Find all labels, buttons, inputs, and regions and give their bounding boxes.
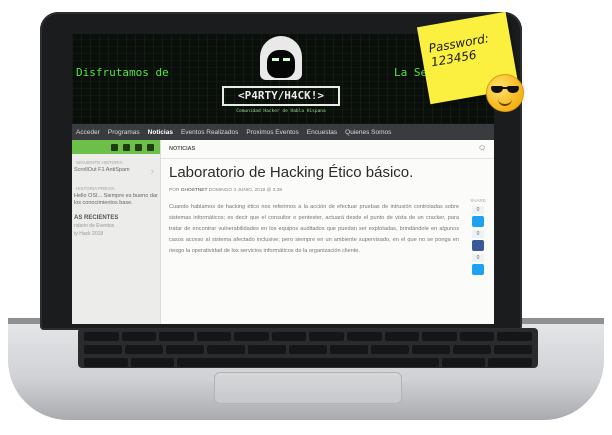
nav-item-noticias[interactable]: Noticias (144, 129, 177, 136)
share-panel: SHARE 0 0 0 (467, 198, 489, 275)
twitter-icon[interactable] (123, 143, 130, 151)
prev-story-label: HISTORIA PREVIA (76, 186, 115, 191)
banner-left-text: Disfrutamos de (76, 66, 169, 79)
trackpad (214, 372, 402, 404)
article-body: Cuando hablamos de hacking ético nos ref… (169, 204, 459, 254)
twitter-share-icon[interactable] (472, 264, 484, 275)
nav-item-quienes-somos[interactable]: Quienes Somos (341, 129, 395, 136)
recent-heading: AS RECIENTES (74, 215, 119, 221)
nav-item-eventos-realizados[interactable]: Eventos Realizados (177, 129, 242, 136)
next-story-label: SIGUIENTE HISTORIA (76, 160, 123, 165)
prev-story-link[interactable]: Hello OSI... Siempre es bueno dar los co… (74, 193, 160, 207)
article: NOTICIAS 🗨 Laboratorio de Hacking Ético … (161, 140, 494, 324)
keyboard (78, 328, 538, 368)
author-link[interactable]: GHOSTNET (181, 188, 208, 193)
article-date: DOMINGO 3 JUNIO, 2018 @ 3:38 (208, 188, 283, 193)
nav-item-proximos-eventos[interactable]: Proximos Eventos (242, 129, 302, 136)
recent-item[interactable]: ty Hack 2018 (74, 231, 160, 237)
share-count: 0 (472, 254, 484, 262)
sidebar: SIGUIENTE HISTORIA ScrollOut F1 AntiSpam… (72, 140, 161, 324)
sunglasses-emoji-icon (486, 74, 524, 112)
share-count: 0 (472, 206, 484, 214)
comments-icon[interactable]: 🗨 (478, 145, 486, 152)
nav-item-acceder[interactable]: Acceder (72, 129, 104, 136)
facebook-icon[interactable] (147, 143, 154, 151)
article-meta: POR GHOSTNET DOMINGO 3 JUNIO, 2018 @ 3:3… (169, 188, 283, 193)
main-nav: Acceder Programas Noticias Eventos Reali… (72, 124, 494, 140)
next-story-link[interactable]: ScrollOut F1 AntiSpam (74, 167, 160, 174)
facebook-share-icon[interactable] (472, 240, 484, 251)
nav-item-encuestas[interactable]: Encuestas (303, 129, 341, 136)
brand-tagline: Comunidad Hacker de Habla Hispana (236, 109, 326, 114)
telegram-icon[interactable] (135, 143, 142, 151)
share-count: 0 (472, 230, 484, 238)
chevron-right-icon[interactable]: › (151, 166, 154, 177)
section-title: NOTICIAS (169, 146, 196, 152)
social-bar (72, 140, 160, 154)
share-label: SHARE (470, 198, 486, 203)
nav-item-programas[interactable]: Programas (104, 129, 144, 136)
site-logo[interactable]: <P4RTY/H4CK!> Comunidad Hacker de Habla … (222, 36, 340, 122)
section-bar: NOTICIAS 🗨 (161, 140, 494, 159)
linkedin-icon[interactable] (111, 143, 118, 151)
laptop: Disfrutamos de La Segur <P4RTY/H4CK!> Co… (0, 0, 612, 435)
brand-name: <P4RTY/H4CK!> (222, 86, 340, 106)
recent-item[interactable]: ndario de Eventos (74, 223, 160, 229)
twitter-share-icon[interactable] (472, 216, 484, 227)
article-title: Laboratorio de Hacking Ético básico. (169, 164, 414, 181)
